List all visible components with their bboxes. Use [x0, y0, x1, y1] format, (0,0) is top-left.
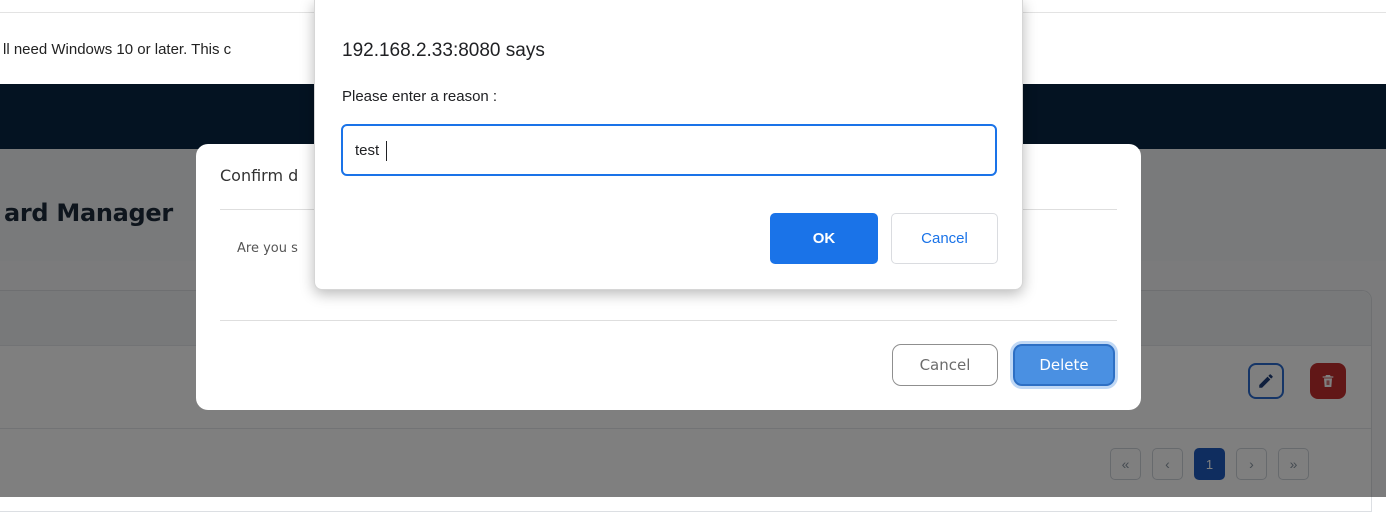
prompt-origin: 192.168.2.33:8080 says — [342, 40, 545, 61]
text-caret — [386, 141, 387, 161]
info-bar-message: ll need Windows 10 or later. This c — [3, 41, 232, 58]
modal-delete-button[interactable]: Delete — [1013, 344, 1115, 386]
modal-title: Confirm d — [220, 166, 299, 185]
modal-cancel-button[interactable]: Cancel — [892, 344, 998, 386]
prompt-cancel-button[interactable]: Cancel — [891, 213, 998, 264]
modal-body-text: Are you s — [237, 241, 298, 256]
reason-input[interactable] — [341, 124, 997, 176]
modal-footer-divider — [220, 320, 1117, 321]
browser-prompt-dialog: 192.168.2.33:8080 says Please enter a re… — [314, 0, 1023, 290]
prompt-ok-button[interactable]: OK — [770, 213, 878, 264]
prompt-message: Please enter a reason : — [342, 88, 498, 105]
